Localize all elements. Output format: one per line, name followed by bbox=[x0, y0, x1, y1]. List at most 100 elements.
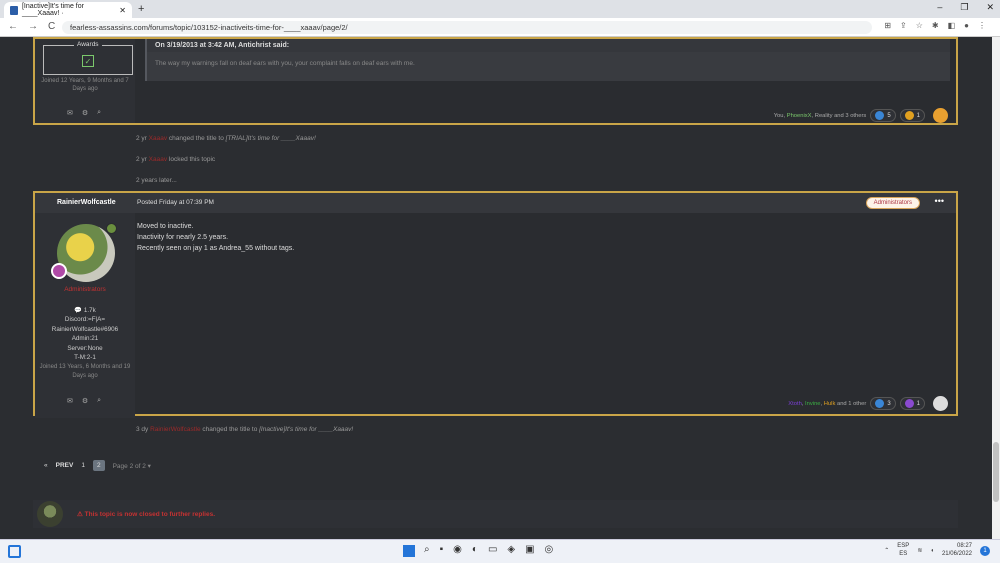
bookmark-star-icon[interactable]: ☆ bbox=[916, 21, 923, 30]
thanks-reaction-icon bbox=[904, 399, 914, 408]
first-page-icon[interactable]: « bbox=[44, 462, 48, 469]
event-title-change: 3 dy RainierWolfcastle changed the title… bbox=[136, 426, 354, 433]
group-badge: Administrators bbox=[865, 197, 920, 209]
explorer-icon[interactable]: ▭ bbox=[488, 544, 497, 555]
reload-button[interactable]: C bbox=[48, 21, 55, 32]
post-tool-icons: ✉ ⚙ ⌕ bbox=[67, 109, 101, 117]
heart-reaction-icon bbox=[875, 399, 885, 408]
page-jump-dropdown[interactable]: Page 2 of 2 ▾ bbox=[113, 462, 151, 470]
chrome-icon[interactable]: ◎ bbox=[545, 544, 554, 555]
prev-button[interactable]: PREV bbox=[56, 462, 74, 469]
search-icon[interactable]: ⌕ bbox=[97, 397, 101, 405]
message-icon[interactable]: ✉ bbox=[67, 109, 73, 117]
extensions-puzzle-icon[interactable]: ✱ bbox=[932, 21, 939, 30]
event-locked: 2 yr Xaaav locked this topic bbox=[136, 156, 216, 163]
event-title-change: 2 yr Xaaav changed the title to [TRIAL]I… bbox=[136, 135, 316, 142]
browser-menu-icon[interactable]: ⋮ bbox=[978, 21, 986, 30]
wifi-icon[interactable]: ≋ bbox=[917, 547, 922, 554]
event-user[interactable]: Xaaav bbox=[149, 135, 167, 142]
new-tab-button[interactable]: + bbox=[138, 3, 144, 15]
post-line: Recently seen on jay 1 as Andrea_55 with… bbox=[137, 244, 295, 252]
user-avatar[interactable] bbox=[37, 501, 63, 527]
volume-icon[interactable]: ◖ bbox=[930, 548, 934, 554]
gear-icon[interactable]: ⚙ bbox=[82, 397, 88, 405]
chat-icon[interactable]: ◉ bbox=[453, 544, 462, 555]
post-header: RainierWolfcastle Posted Friday at 07:39… bbox=[35, 193, 956, 213]
post-line: Inactivity for nearly 2.5 years. bbox=[137, 233, 229, 241]
reaction-user[interactable]: PhoenixX bbox=[787, 113, 812, 119]
browser-tab[interactable]: [Inactive]It's time for ____Xaaav! · ✕ bbox=[4, 2, 132, 18]
side-panel-icon[interactable]: ◧ bbox=[948, 21, 956, 30]
page-1-link[interactable]: 1 bbox=[81, 462, 85, 469]
heart-reaction-icon bbox=[875, 111, 885, 120]
post-count: 💬 1.7k bbox=[74, 307, 96, 314]
site-favicon-icon bbox=[10, 5, 18, 15]
author-info: 💬 1.7k Discord:=F|A= RainierWolfcastle#6… bbox=[35, 306, 135, 381]
reaction-summary[interactable]: Xtoth, Invine, Hulk and 1 other bbox=[788, 401, 866, 407]
reaction-summary[interactable]: You, PhoenixX, Reality and 3 others bbox=[774, 113, 867, 119]
reaction-bar: Xtoth, Invine, Hulk and 1 other 3 1 bbox=[788, 396, 948, 411]
forum-page: Awards ✓ Joined 12 Years, 9 Months and 7… bbox=[0, 37, 992, 539]
pagination: « PREV 1 2 Page 2 of 2 ▾ bbox=[44, 460, 151, 471]
share-icon[interactable]: ⇪ bbox=[900, 21, 907, 30]
reaction-pill-heart[interactable]: 3 bbox=[870, 397, 896, 410]
event-user[interactable]: RainierWolfcastle bbox=[150, 426, 200, 433]
message-icon[interactable]: ✉ bbox=[67, 397, 73, 405]
url-field[interactable]: fearless-assassins.com/forums/topic/1031… bbox=[62, 21, 872, 34]
minimize-button[interactable]: – bbox=[937, 2, 942, 13]
award-icon[interactable]: ✓ bbox=[82, 55, 94, 67]
page-scrollbar[interactable] bbox=[992, 37, 1000, 539]
online-status-icon bbox=[106, 223, 117, 234]
post-tool-icons: ✉ ⚙ ⌕ bbox=[67, 397, 101, 405]
windows-taskbar: ⌕ ▪ ◉ ◐ ▭ ◈ ▣ ◎ ⌃ ESP ES ≋ ◖ 08:27 21/06/2… bbox=[0, 539, 1000, 563]
widgets-icon[interactable] bbox=[8, 545, 21, 558]
gear-icon[interactable]: ⚙ bbox=[82, 109, 88, 117]
translate-icon[interactable]: ⊞ bbox=[884, 21, 891, 30]
quote-header[interactable]: On 3/19/2013 at 3:42 AM, Antichrist said… bbox=[147, 39, 950, 52]
reaction-user[interactable]: Invine bbox=[805, 401, 820, 407]
search-icon[interactable]: ⌕ bbox=[424, 544, 430, 555]
event-user[interactable]: Xaaav bbox=[149, 156, 167, 163]
store-icon[interactable]: ◈ bbox=[507, 544, 515, 555]
reaction-pill-thanks[interactable]: 1 bbox=[899, 397, 925, 410]
post-line: Moved to inactive. bbox=[137, 223, 194, 230]
post-antichrist-reply: Awards ✓ Joined 12 Years, 9 Months and 7… bbox=[33, 37, 958, 125]
tm-info: T-M:2-1 bbox=[74, 354, 96, 362]
tray-chevron-icon[interactable]: ⌃ bbox=[884, 547, 889, 554]
search-icon[interactable]: ⌕ bbox=[97, 109, 101, 117]
nav-buttons: ← → C bbox=[8, 21, 55, 32]
maximize-button[interactable]: ❐ bbox=[960, 2, 968, 13]
author-role: Administrators bbox=[64, 286, 106, 293]
react-button-icon[interactable] bbox=[933, 396, 948, 411]
close-window-button[interactable]: ✕ bbox=[986, 2, 994, 13]
system-tray: ⌃ ESP ES ≋ ◖ 08:27 21/06/2022 1 bbox=[884, 543, 990, 559]
post-date[interactable]: Posted Friday at 07:39 PM bbox=[137, 199, 214, 206]
admin-info: Admin:21 bbox=[71, 335, 99, 343]
task-view-icon[interactable]: ▪ bbox=[440, 544, 444, 555]
more-options-button[interactable]: ••• bbox=[935, 196, 944, 206]
start-icon[interactable] bbox=[403, 545, 415, 557]
forward-button[interactable]: → bbox=[28, 21, 38, 32]
page-2-current[interactable]: 2 bbox=[92, 460, 105, 471]
reaction-bar: You, PhoenixX, Reality and 3 others 5 1 bbox=[774, 108, 948, 123]
joined-text: Joined 13 Years, 6 Months and 19 Days ag… bbox=[39, 363, 131, 379]
notification-badge[interactable]: 1 bbox=[980, 545, 990, 556]
language-indicator[interactable]: ESP ES bbox=[897, 543, 909, 559]
edge-icon[interactable]: ◐ bbox=[472, 544, 478, 555]
clock[interactable]: 08:27 21/06/2022 bbox=[942, 543, 972, 559]
browser-tab-strip: [Inactive]It's time for ____Xaaav! · ✕ +… bbox=[0, 0, 1000, 18]
scrollbar-thumb[interactable] bbox=[993, 442, 999, 502]
reaction-pill-laugh[interactable]: 1 bbox=[899, 109, 925, 122]
rank-badge-icon bbox=[51, 263, 67, 279]
back-button[interactable]: ← bbox=[8, 21, 18, 32]
reaction-pill-heart[interactable]: 5 bbox=[870, 109, 896, 122]
post-author-name[interactable]: RainierWolfcastle bbox=[57, 199, 116, 206]
reaction-user[interactable]: Xtoth bbox=[788, 401, 802, 407]
taskbar-apps: ⌕ ▪ ◉ ◐ ▭ ◈ ▣ ◎ bbox=[424, 544, 553, 555]
react-button-icon[interactable] bbox=[933, 108, 948, 123]
laugh-reaction-icon bbox=[904, 111, 914, 120]
profile-avatar-icon[interactable]: ● bbox=[964, 21, 969, 30]
app-icon[interactable]: ▣ bbox=[525, 544, 534, 555]
tab-close-icon[interactable]: ✕ bbox=[119, 6, 126, 15]
reaction-user[interactable]: Hulk bbox=[824, 401, 836, 407]
